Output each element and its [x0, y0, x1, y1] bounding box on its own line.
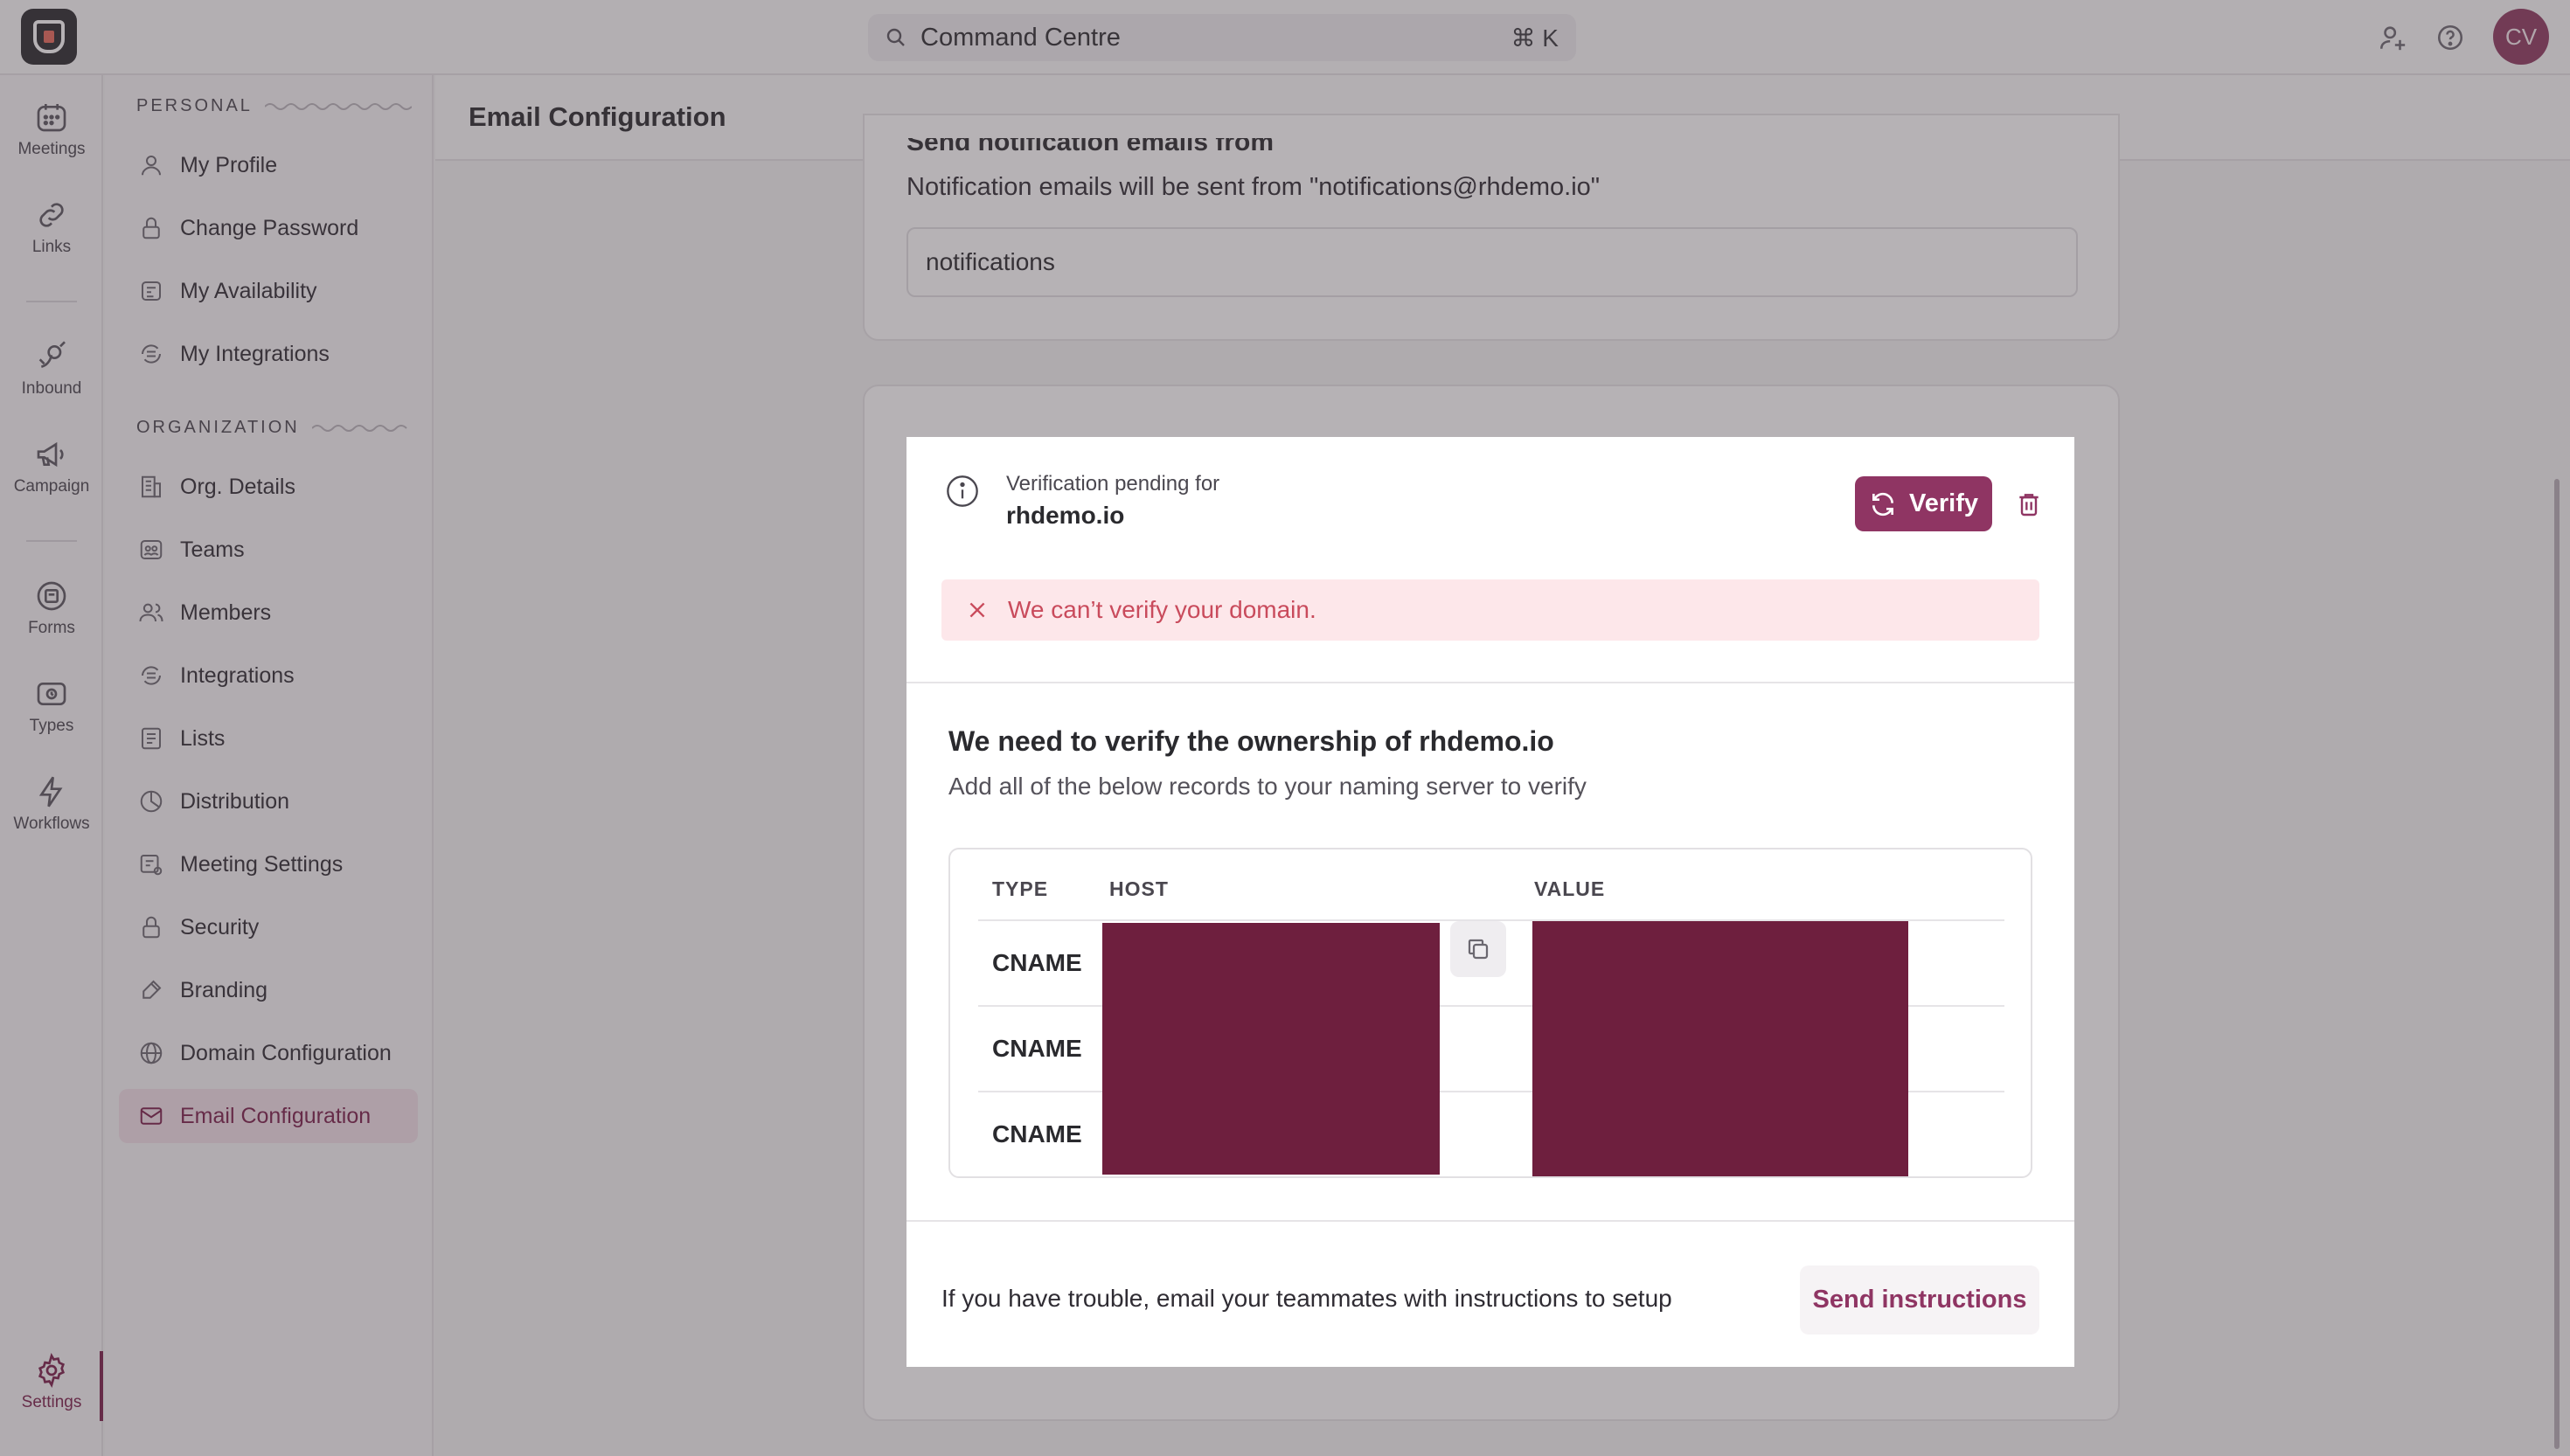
send-instructions-label: Send instructions: [1812, 1286, 2027, 1314]
refresh-icon: [1872, 492, 1893, 516]
pending-domain: rhdemo.io: [1006, 502, 1125, 529]
redacted-value-values: [1532, 921, 1908, 1176]
table-row-type: CNAME: [992, 1120, 1082, 1147]
dns-records-table: TYPE HOST VALUE CNAME CNAME CNAME: [948, 848, 2032, 1178]
table-row-type: CNAME: [992, 949, 1082, 976]
column-header-host: HOST: [1109, 877, 1169, 900]
trash-icon[interactable]: [2015, 489, 2043, 519]
divider: [906, 1220, 2074, 1222]
verification-modal: Verification pending for rhdemo.io Verif…: [906, 437, 2074, 1367]
send-instructions-button[interactable]: Send instructions: [1800, 1265, 2039, 1335]
verify-label: Verify: [1909, 489, 1978, 517]
verification-pending-label: Verification pending for: [1006, 472, 1220, 496]
ownership-subheading: Add all of the below records to your nam…: [948, 773, 1587, 800]
close-icon: [969, 602, 985, 618]
copy-icon: [1468, 939, 1489, 960]
column-header-value: VALUE: [1534, 877, 1606, 900]
column-header-type: TYPE: [992, 877, 1049, 900]
error-message: We can’t verify your domain.: [1008, 596, 1316, 623]
ownership-heading: We need to verify the ownership of rhdem…: [948, 725, 1554, 757]
info-icon: [947, 475, 978, 507]
verify-button[interactable]: Verify: [1855, 476, 1992, 531]
scrollbar[interactable]: [2554, 479, 2560, 1449]
trouble-text: If you have trouble, email your teammate…: [941, 1285, 1672, 1312]
error-alert: We can’t verify your domain.: [941, 579, 2039, 641]
redacted-host-values: [1102, 923, 1440, 1175]
table-row-type: CNAME: [992, 1035, 1082, 1062]
copy-button[interactable]: [1450, 921, 1506, 977]
divider: [906, 682, 2074, 683]
